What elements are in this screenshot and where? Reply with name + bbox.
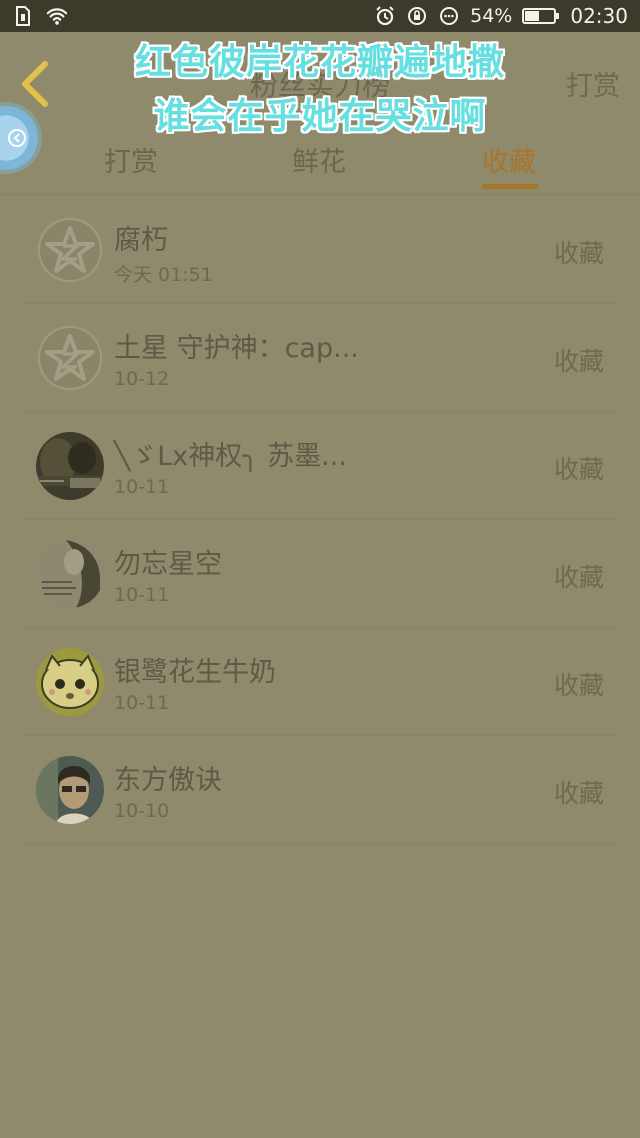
clock: 02:30 bbox=[570, 4, 628, 28]
avatar bbox=[36, 756, 104, 824]
cartoon-avatar-icon bbox=[36, 648, 104, 716]
reward-button[interactable]: 打赏 bbox=[566, 64, 620, 103]
tab-reward[interactable]: 打赏 bbox=[104, 140, 158, 179]
avatar bbox=[36, 324, 104, 392]
default-qzone-avatar-icon bbox=[36, 324, 104, 392]
fan-time: 10-12 bbox=[114, 368, 170, 390]
header: 粉丝实力榜 打赏 bbox=[0, 32, 640, 132]
fan-time: 10-11 bbox=[114, 476, 170, 498]
fan-name: 银鹭花生牛奶 bbox=[114, 657, 276, 688]
fan-name: ╲ゞLx神权╮ 苏墨... bbox=[114, 441, 347, 472]
rotation-lock-icon bbox=[406, 5, 428, 27]
dark-photo-avatar-icon bbox=[36, 432, 104, 500]
avatar bbox=[36, 432, 104, 500]
fan-time: 10-11 bbox=[114, 584, 170, 606]
man-photo-avatar-icon bbox=[36, 756, 104, 824]
list-item[interactable]: 银鹭花生牛奶 10-11 收藏 bbox=[18, 628, 622, 736]
alarm-icon bbox=[374, 5, 396, 27]
action-label: 收藏 bbox=[553, 779, 604, 808]
list-item[interactable]: 腐朽 今天 01:51 收藏 bbox=[18, 196, 622, 304]
avatar bbox=[36, 540, 104, 608]
chevron-left-icon bbox=[22, 61, 48, 107]
page-title: 粉丝实力榜 bbox=[249, 69, 390, 102]
fan-time: 10-10 bbox=[114, 800, 170, 822]
fan-time: 今天 01:51 bbox=[114, 264, 213, 286]
battery-percent: 54% bbox=[470, 5, 513, 27]
battery-icon bbox=[522, 8, 560, 24]
list-item[interactable]: 勿忘星空 10-11 收藏 bbox=[18, 520, 622, 628]
battery-level bbox=[525, 11, 540, 21]
wifi-icon bbox=[46, 5, 68, 27]
list-item[interactable]: 东方傲诀 10-10 收藏 bbox=[18, 736, 622, 844]
fan-time: 10-11 bbox=[114, 692, 170, 714]
action-label: 收藏 bbox=[553, 455, 604, 484]
more-dots-icon bbox=[438, 5, 460, 27]
action-label: 收藏 bbox=[553, 563, 604, 592]
fan-name: 腐朽 bbox=[114, 225, 168, 256]
tab-bar: 打赏 鲜花 收藏 bbox=[0, 132, 640, 195]
list-item[interactable]: ╲ゞLx神权╮ 苏墨... 10-11 收藏 bbox=[18, 412, 622, 520]
list-item[interactable]: 土星 守护神：cap... 10-12 收藏 bbox=[18, 304, 622, 412]
avatar bbox=[36, 648, 104, 716]
avatar bbox=[36, 216, 104, 284]
fan-name: 东方傲诀 bbox=[114, 765, 222, 796]
tab-favorites[interactable]: 收藏 bbox=[482, 140, 536, 179]
girl-photo-avatar-icon bbox=[36, 540, 104, 608]
action-label: 收藏 bbox=[553, 671, 604, 700]
default-qzone-avatar-icon bbox=[36, 216, 104, 284]
fan-name: 土星 守护神：cap... bbox=[114, 333, 359, 364]
fan-list: 腐朽 今天 01:51 收藏 土星 守护神：cap... 10-12 收藏 ╲ゞ… bbox=[18, 196, 622, 844]
action-label: 收藏 bbox=[553, 239, 604, 268]
action-label: 收藏 bbox=[553, 347, 604, 376]
active-tab-indicator bbox=[482, 184, 538, 189]
tab-flowers[interactable]: 鲜花 bbox=[292, 140, 346, 179]
sim-icon bbox=[12, 5, 34, 27]
fan-name: 勿忘星空 bbox=[114, 549, 222, 580]
status-bar: 54% 02:30 bbox=[0, 0, 640, 32]
back-button[interactable] bbox=[12, 58, 56, 110]
